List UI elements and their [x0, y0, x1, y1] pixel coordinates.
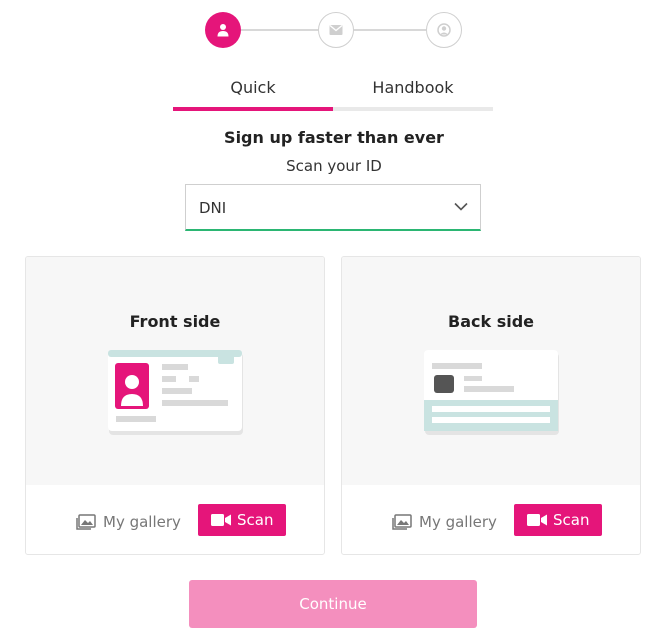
scan-label: Scan — [553, 511, 590, 529]
video-camera-icon — [211, 514, 231, 526]
id-card-front-illustration — [108, 350, 243, 435]
signup-stepper — [0, 0, 668, 60]
id-card-back-illustration — [424, 350, 559, 435]
back-side-card: Back side My gallery Scan — [341, 256, 641, 555]
my-gallery-label: My gallery — [419, 513, 497, 531]
step-3-profile[interactable] — [426, 12, 462, 48]
user-icon — [217, 24, 229, 37]
step-2-email[interactable] — [318, 12, 354, 48]
scan-button[interactable]: Scan — [198, 504, 286, 536]
step-1-account[interactable] — [205, 12, 241, 48]
my-gallery-button[interactable]: My gallery — [76, 511, 186, 535]
front-side-card: Front side My gallery Scan — [25, 256, 325, 555]
video-camera-icon — [527, 514, 547, 526]
user-circle-icon — [437, 23, 451, 37]
signup-tabs: Quick Handbook — [173, 72, 493, 112]
stepper-connector — [354, 29, 426, 31]
envelope-icon — [329, 25, 343, 35]
tab-quick-indicator — [173, 107, 333, 111]
gallery-icon — [392, 514, 412, 530]
my-gallery-button[interactable]: My gallery — [392, 511, 502, 535]
chevron-down-icon — [454, 202, 468, 211]
scan-button[interactable]: Scan — [514, 504, 602, 536]
page-subheading: Scan your ID — [286, 157, 382, 175]
card-title: Front side — [129, 312, 221, 331]
tab-handbook-indicator — [333, 107, 493, 111]
continue-button[interactable]: Continue — [189, 580, 477, 628]
front-side-preview: Front side — [26, 257, 324, 485]
card-title: Back side — [448, 312, 534, 331]
stepper-connector — [241, 29, 318, 31]
page-heading: Sign up faster than ever — [224, 128, 444, 147]
id-type-value: DNI — [199, 199, 227, 217]
scan-label: Scan — [237, 511, 274, 529]
tab-quick[interactable]: Quick — [173, 72, 333, 112]
gallery-icon — [76, 514, 96, 530]
back-side-preview: Back side — [342, 257, 640, 485]
tab-handbook[interactable]: Handbook — [333, 72, 493, 112]
id-type-select[interactable]: DNI — [185, 184, 481, 231]
my-gallery-label: My gallery — [103, 513, 181, 531]
